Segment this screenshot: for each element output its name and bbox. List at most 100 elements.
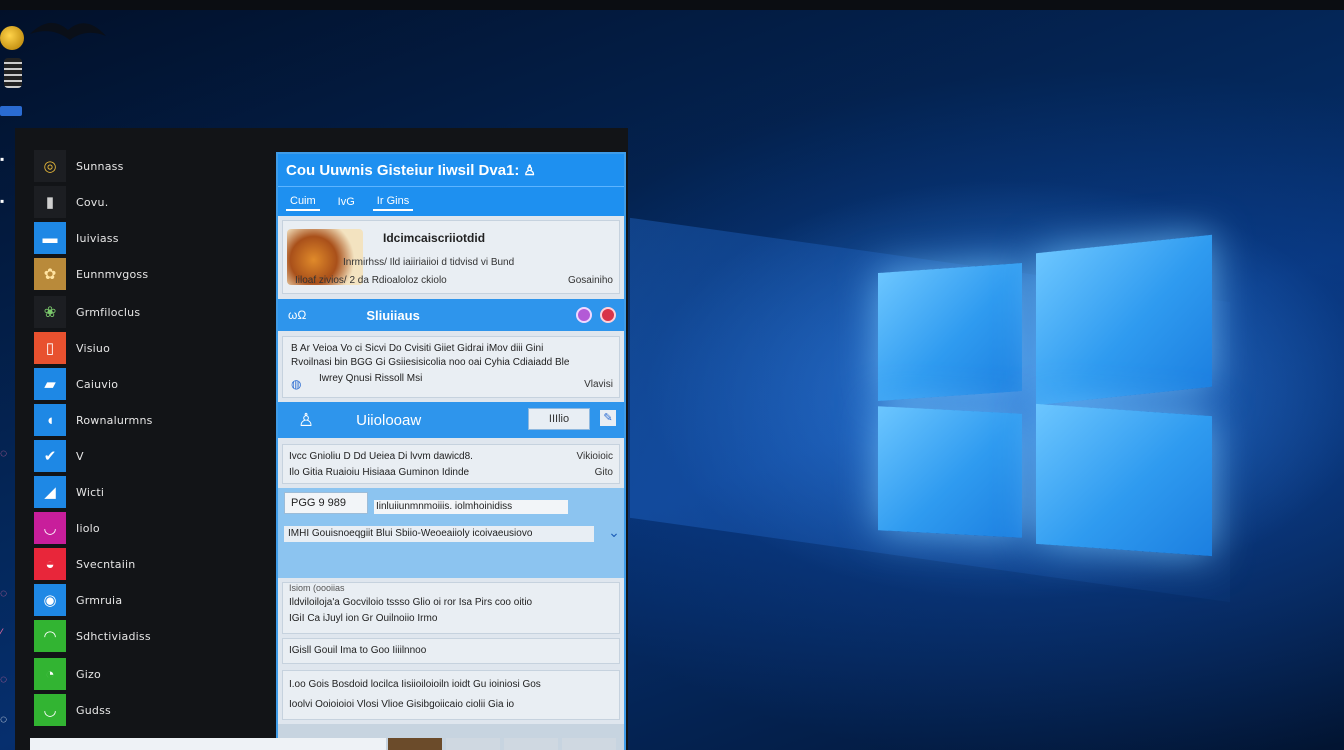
documents-icon[interactable]: ◌ <box>0 586 12 600</box>
start-app-label: Svecntaiin <box>76 557 136 571</box>
start-app-item[interactable]: ◠ Sdhctiviadiss <box>34 620 264 652</box>
globe-icon: ◍ <box>291 377 302 391</box>
start-app-label: Rownalurmns <box>76 413 153 427</box>
start-app-item[interactable]: ❀ Grmfiloclus <box>34 296 264 328</box>
list-item-line: Ildviloiloja'a Gocviloio tssso Glio oi r… <box>289 597 533 608</box>
taskbar-thumbnail[interactable] <box>562 738 616 750</box>
app-tile-icon: ▬ <box>34 222 66 254</box>
app-tile-icon: ▮ <box>34 186 66 218</box>
start-app-item[interactable]: ◡ Gudss <box>34 694 264 726</box>
notification-line-1: B Ar Veioa Vo ci Sicvi Do Cvisiti Giiet … <box>291 343 544 354</box>
section-header-2: ♙ Uiiolooaw IIIlio ✎ <box>278 402 624 438</box>
window-tab-strip: Cuim IvG Ir Gins <box>278 186 624 216</box>
start-app-item[interactable]: ▰ Caiuvio <box>34 368 264 400</box>
taskbar-thumbnails <box>388 738 616 750</box>
window-title-bar[interactable]: Cou Uuwnis Gisteiur Iiwsil Dva1: ♙ <box>278 154 624 186</box>
start-app-label: Gudss <box>76 703 111 717</box>
start-app-label: Eunnmvgoss <box>76 267 149 281</box>
start-app-item[interactable]: ◒ Svecntaiin <box>34 548 264 580</box>
section-2-title: Uiiolooaw <box>356 411 422 429</box>
desktop-shortcut-icon[interactable] <box>0 26 24 50</box>
list-item-line: Ioolvi Ooioioioi Vlosi Vlioe Gisibgoiica… <box>289 699 515 710</box>
start-app-item[interactable]: ◢ Wicti <box>34 476 264 508</box>
message-card[interactable]: Ivcc Gnioliu D Dd Ueiea Di lvvm dawicd8.… <box>282 444 620 484</box>
section-header-1: ωΩ Sliuiiaus <box>278 299 624 331</box>
start-app-item[interactable]: ◔ Gizo <box>34 658 264 690</box>
start-app-label: Iuiviass <box>76 231 119 245</box>
start-app-item[interactable]: ▯ Visiuo <box>34 332 264 364</box>
list-heading: Isiom (oooiias <box>289 583 345 593</box>
app-tile-icon: ◢ <box>34 476 66 508</box>
start-app-label: V <box>76 449 84 463</box>
message-line-1: Ivcc Gnioliu D Dd Ueiea Di lvvm dawicd8. <box>289 451 473 462</box>
tab-ivg[interactable]: IvG <box>334 194 359 210</box>
user-icon[interactable]: ♙ <box>523 162 536 179</box>
video-icon[interactable]: ◌ <box>0 672 12 686</box>
list-item[interactable]: IGisll Gouil Ima to Goo Iiiilnnoo <box>282 638 620 664</box>
start-app-label: Covu. <box>76 195 109 209</box>
start-app-item[interactable]: ✿ Eunnmvgoss <box>34 258 264 290</box>
start-app-label: Grmruia <box>76 593 123 607</box>
option-select[interactable]: IMHI Gouisnoeqgiit Blui Sbiio-Weoeaiioly… <box>284 526 594 542</box>
list-item[interactable]: Isiom (oooiias Ildviloiloja'a Gocviloio … <box>282 582 620 634</box>
start-app-item[interactable]: ▬ Iuiviass <box>34 222 264 254</box>
avatar-purple-icon[interactable] <box>576 307 592 323</box>
windows-logo-pane-bottom-right <box>1036 403 1212 557</box>
desktop-folder-icon[interactable] <box>0 106 22 116</box>
taskbar-search-box[interactable] <box>30 738 386 750</box>
list-item-line: I.oo Gois Bosdoid locilca Iisiioiloioiln… <box>289 679 541 690</box>
desktop-file-icon[interactable] <box>4 58 22 88</box>
windows-logo-pane-bottom-left <box>878 406 1022 538</box>
start-app-label: Visiuo <box>76 341 111 355</box>
news-summary: Inrmirhss/ Ild iaiiriaiioi d tidvisd vi … <box>343 257 515 268</box>
notification-card[interactable]: B Ar Veioa Vo ci Sicvi Do Cvisiti Giiet … <box>282 336 620 398</box>
notification-line-3: Iwrey Qnusi Rissoll Msi <box>319 373 423 384</box>
news-title: Idcimcaiscriiotdid <box>383 231 486 245</box>
bird-icon <box>30 22 106 40</box>
section-1-icon: ωΩ <box>288 308 307 322</box>
start-app-label: Caiuvio <box>76 377 119 391</box>
start-app-label: Sunnass <box>76 159 124 173</box>
code-field[interactable]: PGG 9 989 <box>284 492 368 514</box>
section-1-title: Sliuiiaus <box>366 307 420 323</box>
taskbar-thumbnail[interactable] <box>388 738 442 750</box>
search-field[interactable]: Iinluiiunmnmoiiis. iolmhoinidiss <box>374 500 568 514</box>
start-app-label: Gizo <box>76 667 101 681</box>
start-app-item[interactable]: ◖ Rownalurmns <box>34 404 264 436</box>
list-item-line: IGisll Gouil Ima to Goo Iiiilnnoo <box>289 645 427 656</box>
app-tile-icon: ◡ <box>34 512 66 544</box>
list-item[interactable]: I.oo Gois Bosdoid locilca Iisiioiloioiln… <box>282 670 620 720</box>
start-app-label: Sdhctiviadiss <box>76 629 151 643</box>
window-title: Cou Uuwnis Gisteiur Iiwsil Dva1: <box>286 161 520 179</box>
music-icon[interactable]: ⁄ <box>0 626 12 640</box>
taskbar-thumbnail[interactable] <box>504 738 558 750</box>
taskbar-thumbnail[interactable] <box>446 738 500 750</box>
start-app-label: Wicti <box>76 485 105 499</box>
app-tile-icon: ◒ <box>34 548 66 580</box>
edit-icon[interactable]: ✎ <box>600 410 616 426</box>
windows-logo-pane-top-right <box>1036 234 1212 406</box>
news-card[interactable]: Idcimcaiscriiotdid Inrmirhss/ Ild iaiiri… <box>282 220 620 294</box>
app-tile-icon: ◠ <box>34 620 66 652</box>
start-app-label: Iiolo <box>76 521 100 535</box>
pictures-icon[interactable]: ◌ <box>0 446 12 460</box>
start-app-item[interactable]: ◉ Grmruia <box>34 584 264 616</box>
user-rail-icon[interactable]: ◌ <box>0 712 12 726</box>
start-app-item[interactable]: ▮ Covu. <box>34 186 264 218</box>
top-strip <box>0 0 1344 10</box>
settings-icon[interactable]: ▪ <box>0 194 12 208</box>
power-icon[interactable]: ▪ <box>0 152 12 166</box>
start-app-item[interactable]: ✔ V <box>34 440 264 472</box>
section-2-field[interactable]: IIIlio <box>528 408 590 430</box>
tab-cuim[interactable]: Cuim <box>286 193 320 211</box>
avatar-red-icon[interactable] <box>600 307 616 323</box>
notification-line-2: Rvoilnasi bin BGG Gi Gsiiesisicolia noo … <box>291 357 570 368</box>
app-tile-icon: ◉ <box>34 584 66 616</box>
chevron-down-icon[interactable]: ⌄ <box>604 524 624 544</box>
windows-logo-pane-top-left <box>878 262 1022 402</box>
start-app-item[interactable]: ◎ Sunnass <box>34 150 264 182</box>
start-app-item[interactable]: ◡ Iiolo <box>34 512 264 544</box>
tab-ir-gins[interactable]: Ir Gins <box>372 193 414 211</box>
list-item-line: IGiI Ca iJuyl ion Gr Ouilnoiio Irmo <box>289 613 438 624</box>
app-tile-icon: ◡ <box>34 694 66 726</box>
